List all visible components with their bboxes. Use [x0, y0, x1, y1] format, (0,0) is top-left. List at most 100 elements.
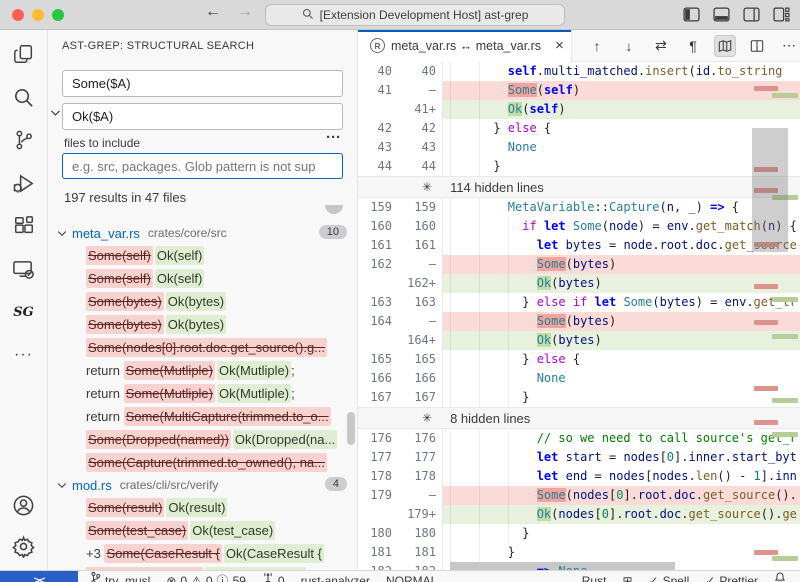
toggle-primary-sidebar-icon[interactable]: [683, 6, 700, 23]
result-row[interactable]: Some(nodes[0].root.doc.get_source().g...: [48, 336, 357, 359]
file-row[interactable]: mod.rscrates/cli/src/verify4: [48, 474, 357, 496]
diff-line[interactable]: 179+ Ok(nodes[0].root.doc.get_source().g…: [358, 505, 800, 524]
result-row[interactable]: +3 Some(CaseResult {Ok(CaseResult {: [48, 542, 357, 565]
more-actions-icon[interactable]: ⋯: [778, 35, 800, 57]
pattern-input[interactable]: [62, 70, 343, 97]
inline-view-map-icon[interactable]: [714, 35, 736, 57]
chevron-down-icon[interactable]: [54, 225, 70, 241]
code-line[interactable]: Ok(self): [442, 100, 800, 119]
diff-line[interactable]: 160160 if let Some(node) = env.get_match…: [358, 217, 800, 236]
rewrite-input[interactable]: [62, 103, 343, 130]
toggle-secondary-sidebar-icon[interactable]: [743, 6, 760, 23]
code-line[interactable]: }: [442, 524, 800, 543]
diff-line[interactable]: 4444 }: [358, 157, 800, 176]
result-row[interactable]: return Some(MultiCapture(trimmed.to_o...: [48, 405, 357, 428]
search-icon[interactable]: [12, 85, 36, 109]
prettier-item[interactable]: ✓Prettier: [705, 571, 758, 582]
minimize-window-button[interactable]: [32, 9, 44, 21]
code-line[interactable]: Some(bytes): [442, 255, 800, 274]
code-line[interactable]: self.multi_matched.insert(id.to_string: [442, 62, 800, 81]
code-line[interactable]: Ok(bytes): [442, 274, 800, 293]
result-row[interactable]: Some(result)Ok(result): [48, 496, 357, 519]
previous-change-icon[interactable]: ↑: [586, 35, 608, 57]
code-line[interactable]: None: [442, 369, 800, 388]
toggle-rewrite-chevron-down-icon[interactable]: [49, 106, 62, 119]
diff-line[interactable]: 41– Some(self): [358, 81, 800, 100]
ast-grep-sg-icon[interactable]: SG: [12, 300, 36, 324]
diff-line[interactable]: 4343 None: [358, 138, 800, 157]
language-mode-item[interactable]: Rust: [582, 571, 607, 582]
git-branch-item[interactable]: try_musl: [90, 571, 150, 582]
remote-indicator[interactable]: ><: [0, 571, 78, 582]
explorer-copy-icon[interactable]: [12, 42, 36, 66]
go-back-icon[interactable]: ←: [205, 3, 221, 21]
diff-line[interactable]: 182182 => None: [358, 562, 800, 570]
diff-line[interactable]: 163163 } else if let Some(bytes) = env.g…: [358, 293, 800, 312]
diff-line[interactable]: 161161 let bytes = node.root.doc.get_sou…: [358, 236, 800, 255]
toggle-whitespace-icon[interactable]: ¶: [682, 35, 704, 57]
code-line[interactable]: } else {: [442, 119, 800, 138]
diff-line[interactable]: 162+ Ok(bytes): [358, 274, 800, 293]
code-line[interactable]: } else if let Some(bytes) = env.get_tr: [442, 293, 800, 312]
more-icon[interactable]: ···: [12, 343, 36, 367]
diff-line[interactable]: 181181 }: [358, 543, 800, 562]
files-to-include-input[interactable]: [62, 153, 343, 179]
diff-line[interactable]: 164– Some(bytes): [358, 312, 800, 331]
notifications-bell-icon[interactable]: [774, 571, 786, 582]
code-line[interactable]: let start = nodes[0].inner.start_byt: [442, 448, 800, 467]
swap-diff-sides-icon[interactable]: ⇄: [650, 35, 672, 57]
code-line[interactable]: Some(self): [442, 81, 800, 100]
diff-line[interactable]: 178178 let end = nodes[nodes.len() - 1].…: [358, 467, 800, 486]
customize-layout-icon[interactable]: [773, 6, 790, 23]
code-line[interactable]: Some(nodes[0].root.doc.get_source().: [442, 486, 800, 505]
unfold-icon[interactable]: ✳: [422, 411, 432, 425]
diff-line[interactable]: 165165 } else {: [358, 350, 800, 369]
run-debug-icon[interactable]: [12, 171, 36, 195]
vim-mode-item[interactable]: NORMAL: [386, 571, 437, 582]
code-line[interactable]: let bytes = node.root.doc.get_source: [442, 236, 800, 255]
diff-line[interactable]: 41+ Ok(self): [358, 100, 800, 119]
code-line[interactable]: let end = nodes[nodes.len() - 1].inn: [442, 467, 800, 486]
diff-line[interactable]: 179– Some(nodes[0].root.doc.get_source()…: [358, 486, 800, 505]
result-row[interactable]: Some(Dropped(named))Ok(Dropped(na...: [48, 428, 357, 451]
unfold-icon[interactable]: ✳: [422, 180, 432, 194]
source-control-icon[interactable]: [12, 128, 36, 152]
hidden-lines-separator[interactable]: ✳8 hidden lines: [358, 407, 800, 429]
code-line[interactable]: }: [442, 157, 800, 176]
code-line[interactable]: Some(bytes): [442, 312, 800, 331]
toggle-panel-icon[interactable]: [713, 6, 730, 23]
result-row[interactable]: Some(self)Ok(self): [48, 244, 357, 267]
close-window-button[interactable]: [12, 9, 24, 21]
code-line[interactable]: Ok(nodes[0].root.doc.get_source().ge: [442, 505, 800, 524]
split-editor-icon[interactable]: [746, 35, 768, 57]
result-row[interactable]: return Some(Mutliple)Ok(Mutliple);: [48, 382, 357, 405]
more-options-icon[interactable]: ···: [326, 129, 341, 146]
spell-checker-item[interactable]: ✓Spell: [649, 571, 690, 582]
hidden-lines-separator[interactable]: ✳114 hidden lines: [358, 176, 800, 198]
remote-explorer-icon[interactable]: [12, 257, 36, 281]
result-row[interactable]: Some(bytes)Ok(bytes): [48, 313, 357, 336]
result-row[interactable]: return Some(Mutliple)Ok(Mutliple);: [48, 359, 357, 382]
code-line[interactable]: }: [442, 543, 800, 562]
settings-gear-icon[interactable]: [12, 534, 36, 558]
diff-line[interactable]: 164+ Ok(bytes): [358, 331, 800, 350]
account-icon[interactable]: [12, 493, 36, 517]
layout-grid-item[interactable]: ⊞: [622, 571, 632, 582]
code-line[interactable]: MetaVariable::Capture(n, _) => {: [442, 198, 800, 217]
tab-meta-var-diff[interactable]: R meta_var.rs ↔ meta_var.rs ×: [358, 30, 572, 62]
code-line[interactable]: }: [442, 388, 800, 407]
code-line[interactable]: Ok(bytes): [442, 331, 800, 350]
result-row[interactable]: Some(bytes)Ok(bytes): [48, 290, 357, 313]
problems-item[interactable]: ⊗0 ⚠0 ⓘ59: [166, 571, 246, 582]
rust-analyzer-item[interactable]: rust-analyzer: [301, 571, 370, 582]
diff-line[interactable]: 180180 }: [358, 524, 800, 543]
code-line[interactable]: // so we need to call source's get_r: [442, 429, 800, 448]
code-line[interactable]: => None: [442, 562, 800, 570]
chevron-down-icon[interactable]: [54, 477, 70, 493]
diff-line[interactable]: 176176 // so we need to call source's ge…: [358, 429, 800, 448]
command-center-search[interactable]: [Extension Development Host] ast-grep: [265, 4, 565, 26]
sidebar-scrollbar[interactable]: [347, 412, 355, 445]
result-row[interactable]: Some(test_case)Ok(test_case): [48, 519, 357, 542]
code-line[interactable]: if let Some(node) = env.get_match(n) {: [442, 217, 800, 236]
result-row[interactable]: Some(self)Ok(self): [48, 267, 357, 290]
